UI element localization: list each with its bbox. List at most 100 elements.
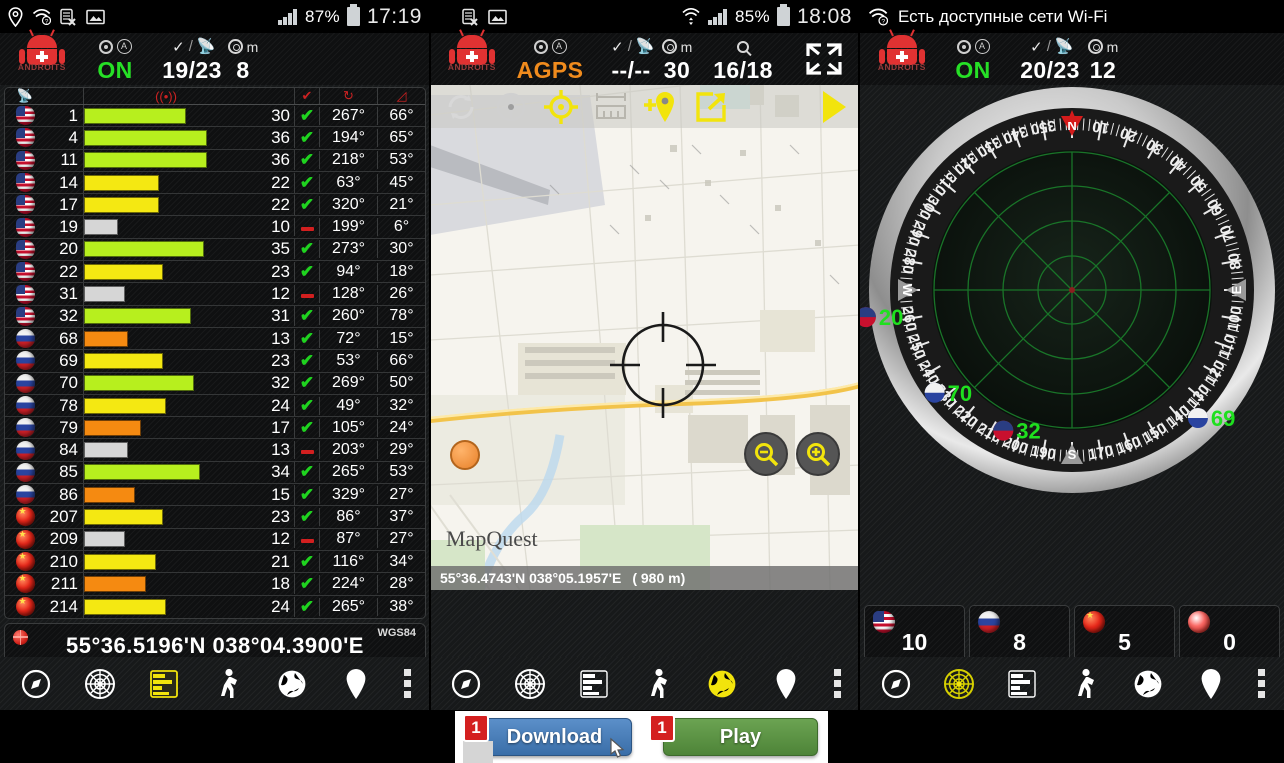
table-row[interactable]: 6813✔72°15° bbox=[5, 328, 425, 350]
map-view[interactable]: MapQuest 55°36.4743'N 038°05.1957'E ( 98… bbox=[430, 85, 860, 590]
sky-view-compass[interactable]: 1020304050607080100110120130140150160170… bbox=[860, 80, 1284, 515]
row-used-indicator: ✔ bbox=[294, 239, 319, 259]
table-row[interactable]: 2035✔273°30° bbox=[5, 239, 425, 261]
datum-label-left: WGS84 bbox=[377, 627, 416, 639]
fullscreen-icon[interactable] bbox=[804, 41, 844, 77]
table-row[interactable]: 6923✔53°66° bbox=[5, 350, 425, 372]
play-icon[interactable] bbox=[812, 87, 856, 127]
overflow-menu-icon[interactable] bbox=[818, 669, 856, 698]
share-icon[interactable] bbox=[686, 87, 736, 127]
pin-icon[interactable] bbox=[324, 662, 388, 706]
row-elevation-value: 6° bbox=[377, 218, 425, 236]
play-button[interactable]: Play bbox=[663, 718, 818, 756]
row-elevation-value: 66° bbox=[377, 352, 425, 370]
table-row[interactable]: 8413203°29° bbox=[5, 439, 425, 461]
table-row[interactable]: 1722✔320°21° bbox=[5, 194, 425, 216]
compass-rose-icon[interactable] bbox=[486, 87, 536, 127]
refresh-icon[interactable] bbox=[436, 87, 486, 127]
globe-icon[interactable] bbox=[260, 662, 324, 706]
row-used-indicator: ✔ bbox=[294, 507, 319, 527]
scale-ruler-icon[interactable] bbox=[586, 87, 636, 127]
table-row[interactable]: 436✔194°65° bbox=[5, 127, 425, 149]
sky-satellite[interactable]: 20 bbox=[860, 305, 903, 330]
ad-info-icon[interactable] bbox=[463, 741, 493, 763]
pedestrian-icon[interactable] bbox=[1053, 662, 1116, 706]
overflow-menu-icon[interactable] bbox=[388, 669, 426, 698]
table-row[interactable]: 7032✔269°50° bbox=[5, 373, 425, 395]
sky-satellite[interactable]: 32 bbox=[993, 419, 1040, 444]
agps-status-group[interactable]: A AGPS bbox=[508, 36, 592, 83]
pin-icon[interactable] bbox=[1179, 662, 1242, 706]
gps-status-group-right[interactable]: A ON bbox=[940, 36, 1006, 83]
table-row[interactable]: 2223✔94°18° bbox=[5, 261, 425, 283]
sky-satellite[interactable]: 69 bbox=[1188, 406, 1235, 431]
signal-list-icon[interactable] bbox=[562, 662, 626, 706]
pedestrian-icon[interactable] bbox=[196, 662, 260, 706]
add-waypoint-icon[interactable] bbox=[636, 87, 686, 127]
signal-list-icon[interactable] bbox=[132, 662, 196, 706]
row-snr-value: 24 bbox=[248, 597, 294, 617]
radar-icon[interactable] bbox=[498, 662, 562, 706]
table-row[interactable]: 8534✔265°53° bbox=[5, 462, 425, 484]
globe-icon[interactable] bbox=[1116, 662, 1179, 706]
table-row[interactable]: 2091287°27° bbox=[5, 529, 425, 551]
zoom-out-button[interactable] bbox=[744, 432, 788, 476]
table-row[interactable]: 1910199°6° bbox=[5, 216, 425, 238]
table-row[interactable]: 7824✔49°32° bbox=[5, 395, 425, 417]
count-cell[interactable]: 5 bbox=[1074, 605, 1175, 663]
check-icon: ✔ bbox=[300, 351, 314, 370]
center-target-icon[interactable] bbox=[536, 87, 586, 127]
signal-bar bbox=[84, 599, 166, 615]
row-elevation-value: 50° bbox=[377, 374, 425, 392]
table-row[interactable]: 3231✔260°78° bbox=[5, 306, 425, 328]
row-used-indicator: ✔ bbox=[294, 552, 319, 572]
flag-cn-icon bbox=[16, 530, 35, 549]
check-icon: ✔ bbox=[300, 106, 314, 125]
pin-icon[interactable] bbox=[754, 662, 818, 706]
accuracy-group[interactable]: m 8 bbox=[212, 36, 274, 83]
row-snr-value: 31 bbox=[248, 306, 294, 326]
zoom-in-button[interactable] bbox=[796, 432, 840, 476]
radar-icon[interactable] bbox=[68, 662, 132, 706]
compass-icon[interactable] bbox=[864, 662, 927, 706]
table-row[interactable]: 1136✔218°53° bbox=[5, 150, 425, 172]
map-marker-orange[interactable] bbox=[450, 440, 480, 470]
table-row[interactable]: 1422✔63°45° bbox=[5, 172, 425, 194]
overflow-menu-icon[interactable] bbox=[1242, 669, 1280, 698]
signal-list-icon[interactable] bbox=[990, 662, 1053, 706]
check-icon: ✔ bbox=[300, 485, 314, 504]
table-row[interactable]: 130✔267°66° bbox=[5, 105, 425, 127]
accuracy-group-right[interactable]: m 12 bbox=[1072, 36, 1134, 83]
table-row[interactable]: 20723✔86°37° bbox=[5, 506, 425, 528]
count-cell[interactable]: 0 bbox=[1179, 605, 1280, 663]
row-snr-value: 12 bbox=[248, 284, 294, 304]
table-row[interactable]: 21021✔116°34° bbox=[5, 551, 425, 573]
globe-icon[interactable] bbox=[690, 662, 754, 706]
zoom-level-group[interactable]: 16/18 bbox=[702, 36, 784, 83]
gps-status-group[interactable]: A ON bbox=[82, 36, 148, 83]
sky-satellite-label: 69 bbox=[1211, 406, 1235, 431]
table-row[interactable]: 8615✔329°27° bbox=[5, 484, 425, 506]
row-snr-value: 13 bbox=[248, 329, 294, 349]
table-row[interactable]: 7917✔105°24° bbox=[5, 417, 425, 439]
count-cell[interactable]: 8 bbox=[969, 605, 1070, 663]
panel-sky-view: ? Есть доступные сети Wi-Fi ANDROITS A O… bbox=[860, 0, 1284, 763]
table-row[interactable]: 21424✔265°38° bbox=[5, 596, 425, 618]
sky-satellite[interactable]: 70 bbox=[925, 381, 972, 406]
table-row[interactable]: 3112128°26° bbox=[5, 283, 425, 305]
radar-icon[interactable] bbox=[927, 662, 990, 706]
row-satellite-id: 31 bbox=[45, 284, 83, 304]
count-cell[interactable]: 10 bbox=[864, 605, 965, 663]
row-flag-cell bbox=[5, 574, 45, 593]
row-used-indicator: ✔ bbox=[294, 373, 319, 393]
compass-icon[interactable] bbox=[434, 662, 498, 706]
row-azimuth-value: 265° bbox=[319, 463, 377, 481]
table-row[interactable]: 21118✔224°28° bbox=[5, 573, 425, 595]
signal-bar bbox=[84, 286, 125, 302]
pedestrian-icon[interactable] bbox=[626, 662, 690, 706]
row-azimuth-value: 224° bbox=[319, 575, 377, 593]
compass-icon[interactable] bbox=[4, 662, 68, 706]
row-elevation-value: 66° bbox=[377, 107, 425, 125]
accuracy-group-mid[interactable]: m 30 bbox=[646, 36, 708, 83]
row-signal-bar-cell bbox=[83, 105, 248, 126]
